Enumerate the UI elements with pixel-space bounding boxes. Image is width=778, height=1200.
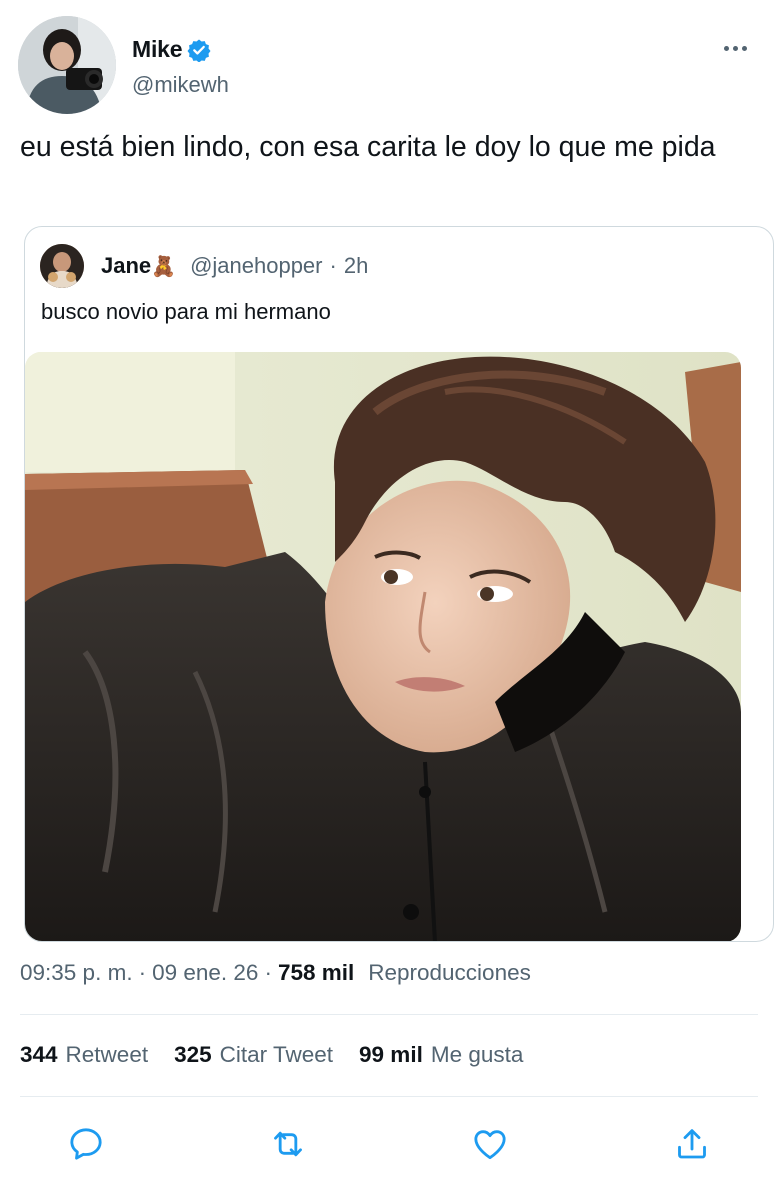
tweet-text: eu está bien lindo, con esa carita le do… — [20, 131, 716, 163]
likes-label: Me gusta — [430, 1042, 524, 1067]
quoted-display-name[interactable]: Jane — [101, 253, 151, 279]
retweet-icon[interactable] — [268, 1124, 308, 1164]
quotes-count: 325 — [174, 1042, 212, 1067]
views-count: 758 mil — [277, 960, 355, 985]
tweet-meta: 09:35 p. m. · 09 ene. 26 · 758 mil Repro… — [20, 960, 531, 986]
share-icon[interactable] — [672, 1124, 712, 1164]
quoted-tweet[interactable]: Jane 🧸 @janehopper · 2h busco novio para… — [24, 226, 774, 942]
quotes-stat[interactable]: 325 Citar Tweet — [174, 1042, 333, 1068]
action-bar — [0, 1118, 778, 1168]
quoted-header: Jane 🧸 @janehopper · 2h — [101, 253, 368, 279]
retweets-count: 344 — [20, 1042, 58, 1067]
teddy-bear-emoji: 🧸 — [151, 255, 177, 278]
divider — [20, 1096, 758, 1097]
author-display-name[interactable]: Mike — [132, 36, 183, 63]
meta-separator: · — [138, 960, 147, 985]
retweets-label: Retweet — [65, 1042, 149, 1067]
reply-icon[interactable] — [66, 1124, 106, 1164]
tweet-time[interactable]: 09:35 p. m. — [20, 960, 133, 986]
author-handle[interactable]: @mikewh — [132, 72, 229, 98]
verified-badge-icon — [187, 38, 211, 62]
quoted-separator: · — [329, 253, 337, 278]
author-avatar[interactable] — [18, 16, 116, 114]
quoted-author-avatar[interactable] — [40, 244, 84, 288]
quoted-text: busco novio para mi hermano — [41, 299, 331, 324]
tweet-date[interactable]: 09 ene. 26 — [152, 960, 258, 986]
meta-separator: · — [264, 960, 272, 985]
likes-stat[interactable]: 99 mil Me gusta — [359, 1042, 523, 1068]
likes-count: 99 mil — [359, 1042, 423, 1067]
tweet-stats: 344 Retweet 325 Citar Tweet 99 mil Me gusta — [20, 1042, 523, 1068]
more-icon[interactable] — [718, 38, 752, 58]
divider — [20, 1014, 758, 1015]
quoted-handle[interactable]: @janehopper — [190, 253, 322, 279]
retweets-stat[interactable]: 344 Retweet — [20, 1042, 148, 1068]
quoted-time[interactable]: 2h — [344, 253, 368, 279]
views-label: Reproducciones — [368, 960, 531, 985]
author-name-row: Mike — [132, 36, 211, 63]
quotes-label: Citar Tweet — [219, 1042, 334, 1067]
tweet-header: Mike @mikewh — [18, 16, 760, 116]
heart-icon[interactable] — [470, 1124, 510, 1164]
quoted-photo[interactable] — [25, 352, 741, 941]
